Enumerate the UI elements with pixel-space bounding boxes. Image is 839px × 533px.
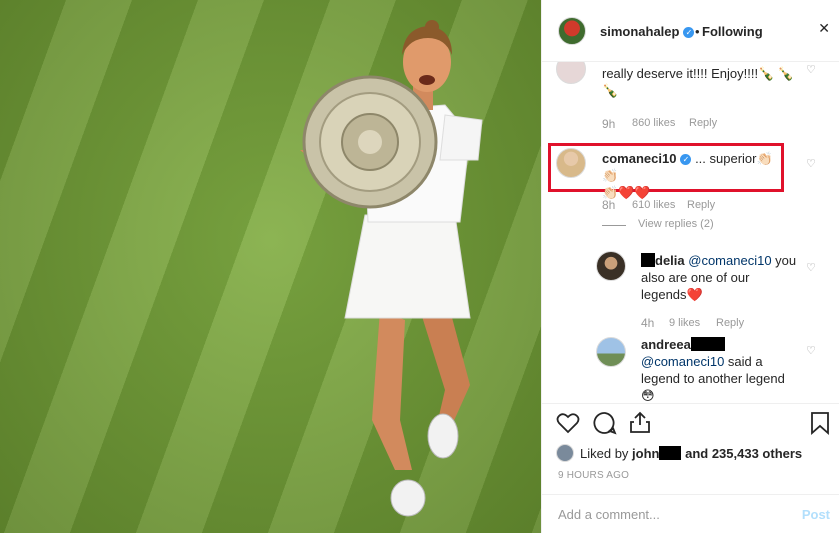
like-comment-heart-icon[interactable]: ♡ <box>806 63 816 76</box>
comment-time: 9h <box>602 117 616 131</box>
close-icon[interactable]: ✕ <box>818 20 830 37</box>
mention-link[interactable]: @comaneci10 <box>641 354 724 369</box>
comment-likes[interactable]: 860 likes <box>632 117 675 129</box>
post-button[interactable]: Post <box>802 507 830 522</box>
author-avatar[interactable] <box>558 17 586 45</box>
share-icon[interactable] <box>629 410 651 434</box>
post-actions: Liked by john and 235,433 others 9 HOURS… <box>542 403 839 533</box>
reply-avatar[interactable] <box>596 337 626 367</box>
post-timestamp: 9 HOURS AGO <box>558 470 630 481</box>
view-replies-link[interactable]: View replies (2) <box>638 218 714 230</box>
comment-text: really deserve it!!!! Enjoy!!!!🍾 🍾 🍾 <box>602 66 795 98</box>
add-comment-input[interactable]: Add a comment... <box>558 507 660 522</box>
reply-avatar[interactable] <box>596 251 626 281</box>
author-username[interactable]: simonahalep ✓ <box>600 24 695 39</box>
bookmark-icon[interactable] <box>810 411 830 435</box>
reply-time: 4h <box>641 316 655 330</box>
comment-time: 8h <box>602 198 616 212</box>
like-comment-heart-icon[interactable]: ♡ <box>806 261 816 274</box>
reply-reply-link[interactable]: Reply <box>716 317 744 329</box>
reply-username[interactable]: delia <box>655 253 685 268</box>
comments-list[interactable]: really deserve it!!!! Enjoy!!!!🍾 🍾 🍾 ♡ 9… <box>542 62 839 403</box>
reply-text: andreea @comaneci10 said a legend to ano… <box>641 337 785 403</box>
tennis-player-illustration <box>300 20 483 517</box>
likes-count[interactable]: and 235,433 others <box>681 446 802 461</box>
liker-avatar[interactable] <box>556 444 574 462</box>
like-comment-heart-icon[interactable]: ♡ <box>806 344 816 357</box>
header-separator: • <box>695 24 700 39</box>
view-replies-line <box>602 225 626 226</box>
reply-text: delia @comaneci10 you also are one of ou… <box>641 253 797 302</box>
reply-username[interactable]: andreea <box>641 337 691 352</box>
post-photo[interactable] <box>0 0 541 533</box>
comment-text: comaneci10 ✓ ... superior👏🏻👏🏻 👏🏻❤️❤️ <box>602 151 773 200</box>
add-comment-bar: Add a comment... Post <box>542 494 839 533</box>
mention-link[interactable]: @comaneci10 <box>688 253 771 268</box>
verified-badge-icon: ✓ <box>680 154 692 165</box>
comment-likes[interactable]: 610 likes <box>632 199 675 211</box>
post-header: simonahalep ✓ • Following ✕ <box>542 0 839 62</box>
comment-reply-link[interactable]: Reply <box>689 117 717 129</box>
instagram-post-modal: simonahalep ✓ • Following ✕ really deserv… <box>0 0 839 533</box>
heart-icon[interactable] <box>556 412 580 434</box>
comment-icon[interactable] <box>593 411 617 435</box>
redacted-username <box>690 337 725 351</box>
comment-avatar[interactable] <box>556 62 586 84</box>
redacted-username <box>659 446 682 460</box>
comment-username[interactable]: comaneci10 <box>602 151 676 166</box>
author-username-text[interactable]: simonahalep <box>600 24 679 39</box>
comment-reply-link[interactable]: Reply <box>687 199 715 211</box>
liked-by-text[interactable]: Liked by john and 235,433 others <box>580 446 802 461</box>
verified-badge-icon: ✓ <box>683 27 695 38</box>
like-comment-heart-icon[interactable]: ♡ <box>806 157 816 170</box>
reply-likes[interactable]: 9 likes <box>669 317 700 329</box>
redacted-username <box>641 253 655 267</box>
liker-username[interactable]: john <box>632 446 659 461</box>
comment-avatar[interactable] <box>556 148 586 178</box>
side-panel: simonahalep ✓ • Following ✕ really deserv… <box>541 0 839 533</box>
following-button[interactable]: Following <box>702 24 763 39</box>
